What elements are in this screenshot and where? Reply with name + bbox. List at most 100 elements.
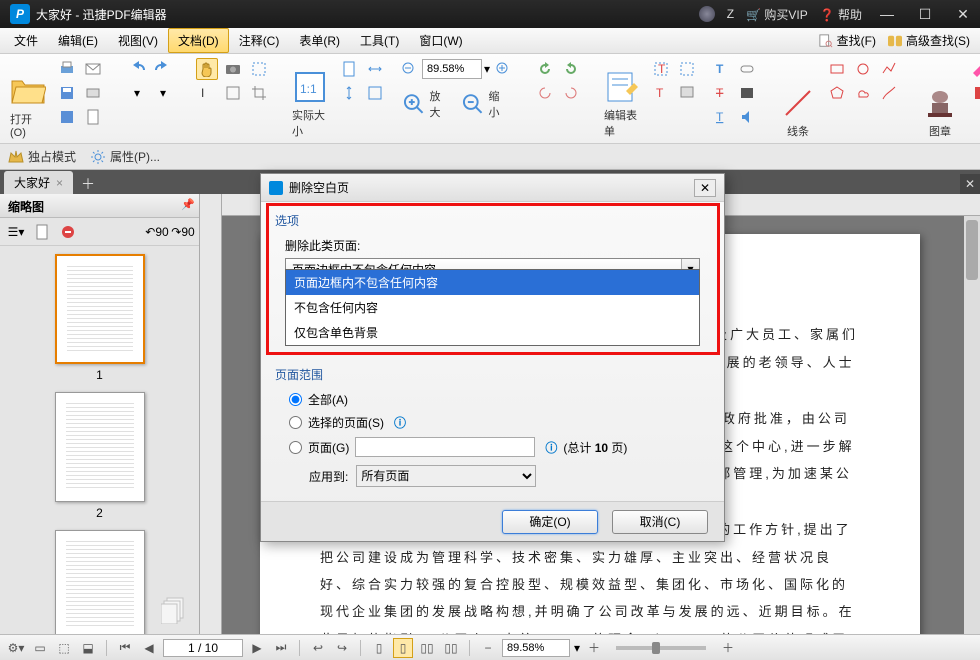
radio-selected[interactable]: 选择的页面(S) ⓘ bbox=[289, 414, 710, 431]
dropdown-option[interactable]: 仅包含单色背景 bbox=[286, 320, 699, 345]
pin-icon[interactable]: 📌 bbox=[181, 198, 195, 211]
help-link[interactable]: ❓ 帮助 bbox=[820, 6, 862, 23]
polygon-shape-icon[interactable] bbox=[826, 82, 848, 104]
undo-drop-icon[interactable]: ▾ bbox=[126, 82, 148, 104]
tab-close-icon[interactable]: × bbox=[56, 176, 63, 190]
open-button[interactable]: 打开(O) bbox=[6, 56, 50, 141]
minimize-button[interactable]: — bbox=[874, 6, 900, 22]
doc-tab[interactable]: 大家好 × bbox=[4, 171, 73, 194]
print-icon[interactable] bbox=[56, 58, 78, 80]
find-button[interactable]: 查找(F) bbox=[813, 32, 882, 49]
bookmark-stamp-icon[interactable] bbox=[968, 82, 980, 104]
cloud-shape-icon[interactable] bbox=[852, 82, 874, 104]
status-zoom-input[interactable] bbox=[502, 639, 570, 657]
lines-button[interactable]: 线条 bbox=[776, 56, 820, 141]
close-button[interactable]: ✕ bbox=[950, 6, 976, 23]
text-select-icon[interactable]: I bbox=[196, 82, 218, 104]
status-options-icon[interactable]: ⚙▾ bbox=[6, 638, 26, 658]
snapshot-icon[interactable] bbox=[222, 58, 244, 80]
nav-back-icon[interactable]: ↩ bbox=[308, 638, 328, 658]
advanced-find-button[interactable]: 高级查找(S) bbox=[882, 32, 976, 49]
email-icon[interactable] bbox=[82, 58, 104, 80]
thumb-options-icon[interactable]: ☰▾ bbox=[6, 222, 26, 242]
edit-image-icon[interactable] bbox=[676, 58, 698, 80]
stamp-button[interactable]: 图章 bbox=[918, 56, 962, 141]
thumb-rotate-cw-icon[interactable]: ↷90 bbox=[173, 222, 193, 242]
hand-tool-icon[interactable] bbox=[196, 58, 218, 80]
next-page-icon[interactable]: ▶ bbox=[247, 638, 267, 658]
pencil-shape-icon[interactable] bbox=[878, 82, 900, 104]
status-zoom-drop-icon[interactable]: ▾ bbox=[574, 641, 580, 655]
radio-pages[interactable]: 页面(G) ⓘ (总计 10 页) bbox=[289, 437, 710, 457]
page-thumbnail[interactable]: 2 bbox=[55, 392, 145, 520]
status-zoom-plus-icon[interactable]: ＋ bbox=[718, 638, 738, 658]
zoom-out-icon[interactable] bbox=[398, 58, 420, 80]
apply-to-select[interactable]: 所有页面 bbox=[356, 465, 536, 487]
strikethrough-icon[interactable]: T bbox=[710, 82, 732, 104]
prev-page-icon[interactable]: ◀ bbox=[139, 638, 159, 658]
circle-shape-icon[interactable] bbox=[852, 58, 874, 80]
add-image-icon[interactable] bbox=[676, 82, 698, 104]
menu-view[interactable]: 视图(V) bbox=[108, 28, 168, 53]
menu-document[interactable]: 文档(D) bbox=[168, 28, 229, 53]
single-page-icon[interactable]: ▯ bbox=[369, 638, 389, 658]
last-page-icon[interactable]: ⏭ bbox=[271, 638, 291, 658]
menu-comment[interactable]: 注释(C) bbox=[229, 28, 290, 53]
first-page-icon[interactable]: ⏮ bbox=[115, 638, 135, 658]
properties-button[interactable]: 属性(P)... bbox=[90, 148, 160, 165]
edit-form-button[interactable]: 编辑表单 bbox=[600, 56, 644, 141]
dropdown-option[interactable]: 不包含任何内容 bbox=[286, 295, 699, 320]
exclusive-mode-button[interactable]: 独占模式 bbox=[8, 148, 76, 165]
menu-edit[interactable]: 编辑(E) bbox=[48, 28, 108, 53]
add-text-icon[interactable]: T bbox=[650, 82, 672, 104]
redo-icon[interactable] bbox=[152, 58, 174, 80]
blank-doc-icon[interactable] bbox=[82, 106, 104, 128]
enlarge-button[interactable]: 放大 bbox=[398, 86, 455, 122]
cancel-button[interactable]: 取消(C) bbox=[612, 510, 708, 534]
two-continuous-icon[interactable]: ▯▯ bbox=[441, 638, 461, 658]
dialog-title-bar[interactable]: 删除空白页 ✕ bbox=[261, 174, 724, 202]
thumb-new-icon[interactable] bbox=[32, 222, 52, 242]
fit-visible-icon[interactable] bbox=[364, 82, 386, 104]
link-icon[interactable] bbox=[736, 58, 758, 80]
page-thumbnail[interactable]: 1 bbox=[55, 254, 145, 382]
status-layout2-icon[interactable]: ⬚ bbox=[54, 638, 74, 658]
zoom-slider[interactable] bbox=[616, 646, 706, 650]
tab-overflow-icon[interactable]: ✕ bbox=[960, 174, 980, 194]
globe-icon[interactable] bbox=[699, 6, 715, 22]
eraser-icon[interactable] bbox=[968, 58, 980, 80]
polyline-shape-icon[interactable] bbox=[878, 58, 900, 80]
status-layout3-icon[interactable]: ⬓ bbox=[78, 638, 98, 658]
new-tab-button[interactable]: ＋ bbox=[73, 174, 103, 194]
user-label[interactable]: Z bbox=[727, 7, 734, 21]
underline-icon[interactable]: T bbox=[710, 106, 732, 128]
ok-button[interactable]: 确定(O) bbox=[502, 510, 598, 534]
maximize-button[interactable]: ☐ bbox=[912, 6, 938, 23]
status-zoom-out-icon[interactable]: − bbox=[478, 638, 498, 658]
rotate-view-ccw-icon[interactable] bbox=[534, 82, 556, 104]
save-icon[interactable] bbox=[56, 82, 78, 104]
thumb-rotate-ccw-icon[interactable]: ↶90 bbox=[147, 222, 167, 242]
undo-icon[interactable] bbox=[126, 58, 148, 80]
actual-size-button[interactable]: 1:1 实际大小 bbox=[288, 56, 332, 141]
continuous-icon[interactable]: ▯ bbox=[393, 638, 413, 658]
rotate-cw-icon[interactable] bbox=[560, 58, 582, 80]
zoom-drop-icon[interactable]: ▾ bbox=[484, 62, 490, 76]
page-thumbnail[interactable]: 3 bbox=[55, 530, 145, 634]
crop-icon[interactable] bbox=[248, 82, 270, 104]
annot-select-icon[interactable] bbox=[222, 82, 244, 104]
sound-icon[interactable] bbox=[736, 106, 758, 128]
fit-page-icon[interactable] bbox=[338, 58, 360, 80]
edit-text-icon[interactable]: T bbox=[650, 58, 672, 80]
page-number-box[interactable]: 1 / 10 bbox=[163, 639, 243, 657]
zoom-input[interactable] bbox=[422, 59, 482, 79]
menu-tools[interactable]: 工具(T) bbox=[350, 28, 409, 53]
menu-window[interactable]: 窗口(W) bbox=[409, 28, 472, 53]
select-tool-icon[interactable] bbox=[248, 58, 270, 80]
rect-shape-icon[interactable] bbox=[826, 58, 848, 80]
two-page-icon[interactable]: ▯▯ bbox=[417, 638, 437, 658]
shrink-button[interactable]: 缩小 bbox=[457, 86, 514, 122]
scan-icon[interactable] bbox=[82, 82, 104, 104]
page-range-input[interactable] bbox=[355, 437, 535, 457]
status-layout1-icon[interactable]: ▭ bbox=[30, 638, 50, 658]
